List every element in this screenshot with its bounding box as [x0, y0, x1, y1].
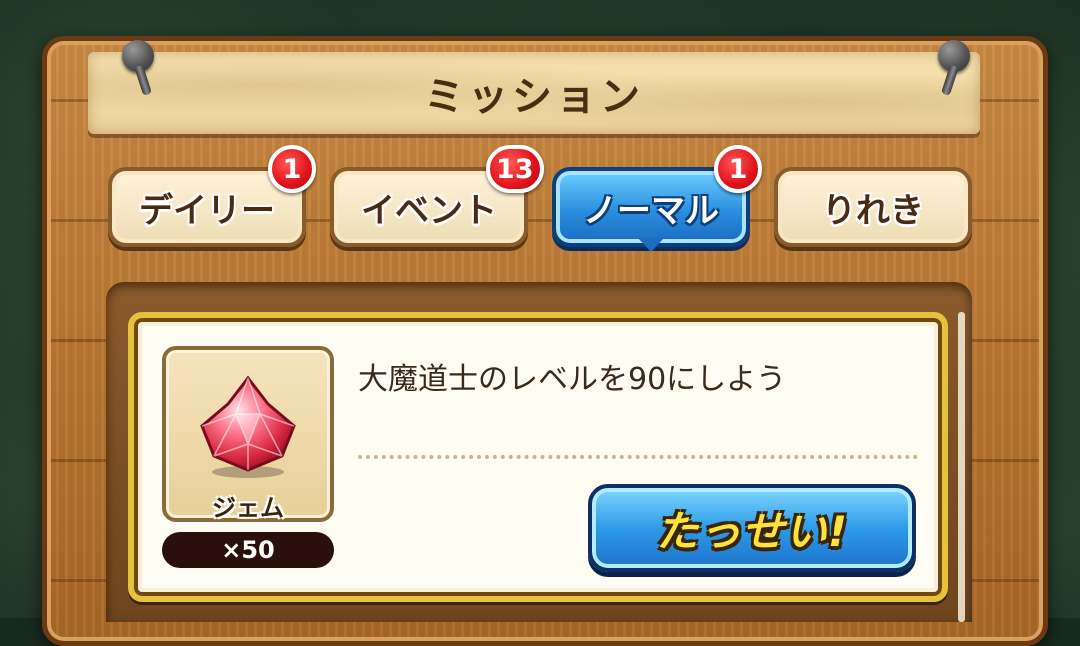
- tab-label: りれき: [822, 190, 924, 231]
- tab-label: デイリー: [139, 190, 275, 231]
- claim-button-label: たっせい!: [655, 506, 849, 556]
- panel-title: ミッション: [424, 74, 644, 120]
- scrollbar[interactable]: [958, 312, 965, 622]
- pin-icon: [932, 40, 972, 100]
- divider: [358, 455, 918, 459]
- notification-badge: 13: [486, 145, 544, 193]
- active-tab-pointer: [638, 238, 664, 252]
- title-banner: ミッション: [88, 52, 980, 134]
- pin-icon: [116, 40, 156, 100]
- gem-icon: [200, 375, 296, 478]
- notification-badge: 1: [268, 145, 316, 193]
- reward-quantity: ×50: [162, 532, 334, 568]
- tab-history[interactable]: りれき: [774, 167, 972, 247]
- reward-name: ジェム: [212, 494, 284, 522]
- tab-label: ノーマル: [583, 190, 719, 231]
- claim-button[interactable]: たっせい!: [588, 484, 916, 572]
- notification-badge: 1: [714, 145, 762, 193]
- mission-description: 大魔道士のレベルを90にしよう: [358, 362, 787, 397]
- tab-label: イベント: [361, 190, 497, 231]
